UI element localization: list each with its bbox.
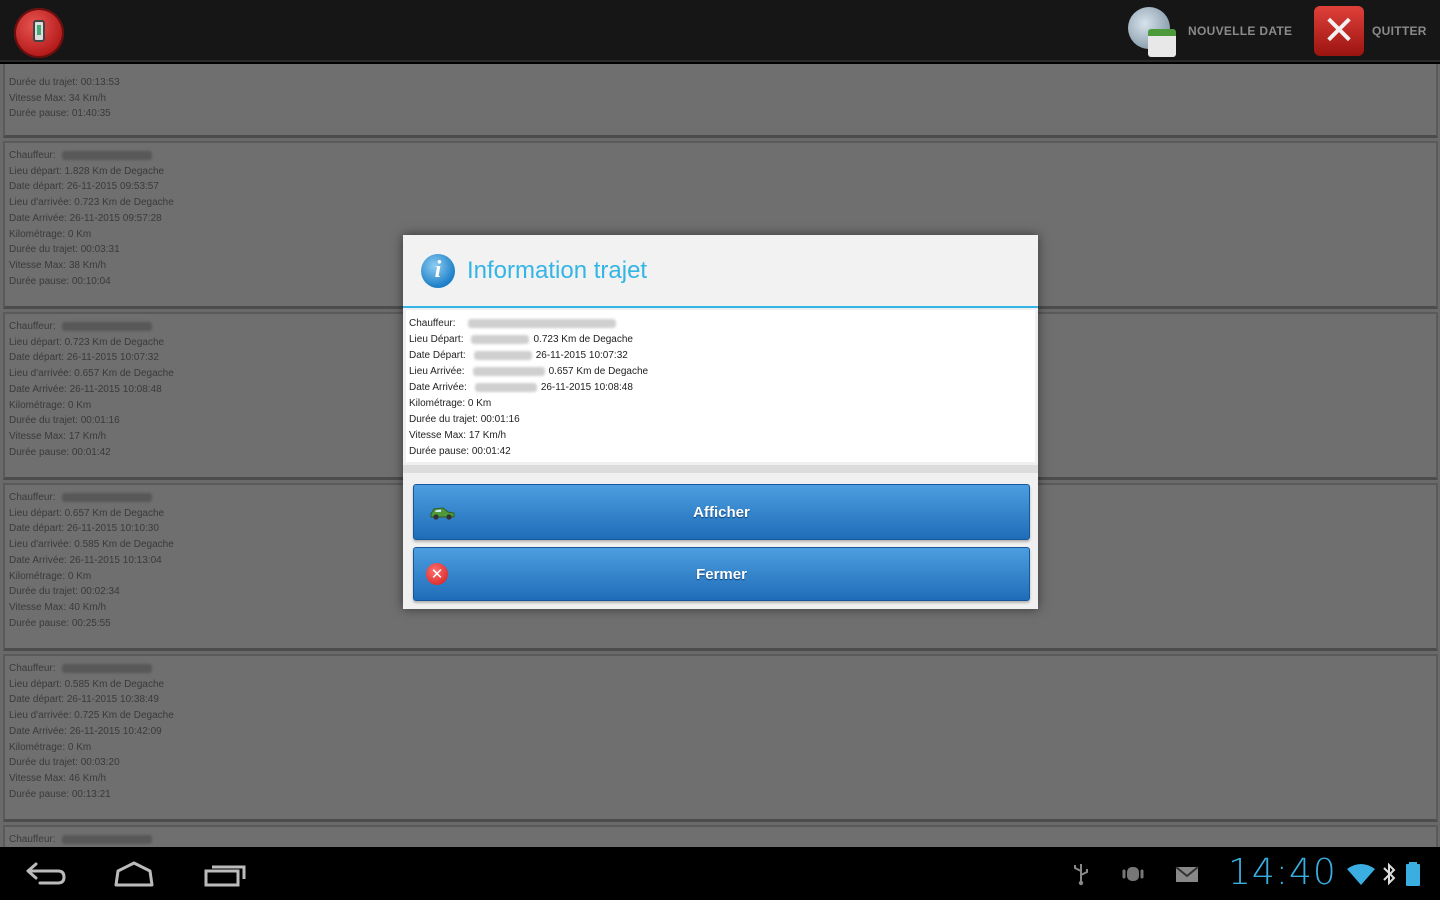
info-end-place: Lieu Arrivée: 0.657 Km de Degache (409, 366, 649, 377)
dialog-separator (403, 465, 1038, 473)
trip-line: Chauffeur: (9, 661, 1432, 677)
quit-label: QUITTER (1372, 24, 1427, 38)
trip-line: Durée du trajet: 00:03:20 (9, 757, 120, 769)
trip-card[interactable]: Chauffeur: (3, 825, 1438, 847)
trip-line: Durée pause: 00:25:55 (9, 617, 111, 629)
trip-info-dialog: i Information trajet Chauffeur: Lieu Dép… (403, 235, 1038, 609)
close-icon: ✕ (1314, 6, 1364, 56)
bluetooth-icon (1383, 862, 1396, 886)
close-circle-icon: ✕ (426, 563, 448, 585)
info-driver: Chauffeur: (409, 316, 1032, 332)
trip-line: Lieu départ: 0.585 Km de Degache (9, 678, 165, 690)
trip-line: Date départ: 26-11-2015 09:53:57 (9, 181, 159, 193)
back-icon[interactable] (18, 857, 74, 891)
new-date-label: NOUVELLE DATE (1188, 24, 1293, 38)
trip-line: Lieu d'arrivée: 0.723 Km de Degache (9, 197, 174, 209)
clock: 14:40 (1228, 852, 1337, 893)
trip-card[interactable]: Chauffeur: Lieu départ: 0.585 Km de Dega… (3, 654, 1438, 822)
trip-line: Durée du trajet: 00:13:53 (9, 77, 120, 88)
screen: NOUVELLE DATE ✕ QUITTER Durée du trajet:… (0, 0, 1440, 900)
debug-android-icon (1122, 867, 1144, 881)
recent-apps-icon[interactable] (196, 857, 252, 891)
trip-line: Durée pause: 01:40:35 (9, 108, 111, 120)
trip-line: Chauffeur: (9, 148, 1432, 164)
close-button-label: Fermer (696, 565, 747, 583)
info-max-speed: Vitesse Max: 17 Km/h (409, 430, 507, 441)
car-icon (430, 507, 455, 520)
info-start-date: Date Départ: 26-11-2015 10:07:32 (409, 350, 628, 361)
trip-line: Vitesse Max: 46 Km/h (9, 772, 107, 784)
system-bar: 14:40 (0, 847, 1440, 900)
usb-icon (1074, 864, 1088, 886)
trip-line: Date Arrivée: 26-11-2015 09:57:28 (9, 212, 162, 224)
mail-icon (1175, 866, 1199, 882)
trip-line: Date départ: 26-11-2015 10:38:49 (9, 694, 159, 706)
wifi-icon (1347, 864, 1375, 885)
info-duration: Durée du trajet: 00:01:16 (409, 414, 520, 425)
info-start-place: Lieu Départ: 0.723 Km de Degache (409, 334, 633, 345)
trip-line: Chauffeur: (9, 832, 1432, 847)
battery-icon (1406, 862, 1420, 886)
show-button-label: Afficher (693, 503, 750, 521)
show-button[interactable]: Afficher (413, 484, 1030, 540)
info-icon: i (421, 253, 455, 288)
calendar-icon (1124, 3, 1180, 59)
info-end-date: Date Arrivée: 26-11-2015 10:08:48 (409, 382, 633, 393)
trip-line: Vitesse Max: 34 Km/h (9, 92, 107, 104)
trip-card[interactable]: Durée du trajet: 00:13:53 Vitesse Max: 3… (3, 64, 1438, 138)
dialog-header: i Information trajet (403, 235, 1038, 308)
quit-button[interactable]: ✕ QUITTER (1314, 0, 1427, 62)
app-logo-icon[interactable] (14, 8, 64, 58)
trip-line: Kilométrage: 0 Km (9, 741, 92, 753)
new-date-button[interactable]: NOUVELLE DATE (1124, 0, 1292, 62)
info-pause: Durée pause: 00:01:42 (409, 446, 511, 457)
action-bar: NOUVELLE DATE ✕ QUITTER (0, 0, 1440, 62)
dialog-body: Chauffeur: Lieu Départ: 0.723 Km de Degac… (406, 310, 1035, 462)
dialog-title: Information trajet (467, 256, 648, 284)
trip-line: Lieu départ: 1.828 Km de Degache (9, 165, 165, 177)
info-mileage: Kilométrage: 0 Km (409, 398, 492, 409)
trip-line: Date Arrivée: 26-11-2015 10:42:09 (9, 725, 162, 737)
trip-line: Durée pause: 00:13:21 (9, 788, 111, 800)
close-button[interactable]: ✕ Fermer (413, 547, 1030, 601)
home-icon[interactable] (106, 857, 162, 891)
trip-line: Lieu d'arrivée: 0.725 Km de Degache (9, 710, 174, 722)
